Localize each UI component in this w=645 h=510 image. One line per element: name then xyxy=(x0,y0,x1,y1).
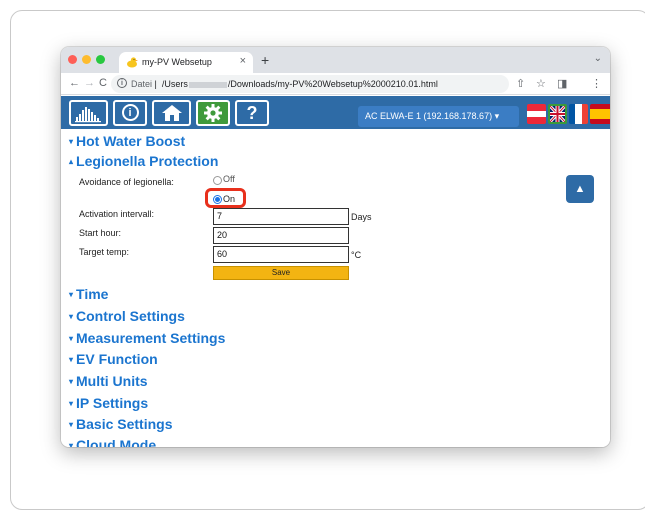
bookmark-star-icon[interactable]: ☆ xyxy=(536,77,546,90)
section-label: Measurement Settings xyxy=(76,330,226,346)
section-time[interactable]: ▾ Time xyxy=(69,286,108,302)
url-prefix: /Users xyxy=(161,79,188,89)
section-label: Control Settings xyxy=(76,308,185,324)
save-button[interactable]: Save xyxy=(213,266,349,280)
highlight-annotation xyxy=(205,188,246,208)
duck-favicon-icon xyxy=(126,56,138,71)
browser-menu-icon[interactable]: ⋮ xyxy=(591,77,602,90)
activation-unit: Days xyxy=(351,212,372,222)
page-content: ▾ Hot Water Boost ▴ Legionella Protection … xyxy=(61,129,610,447)
target-temp-label: Target temp: xyxy=(79,247,130,257)
device-select[interactable]: AC ELWA-E 1 (192.168.178.67) ▾ xyxy=(358,106,519,127)
back-icon[interactable]: ← xyxy=(69,77,80,89)
url-text: Datei | /Users/Downloads/my-PV%20Websetu… xyxy=(131,79,438,89)
section-multi-units[interactable]: ▾ Multi Units xyxy=(69,373,148,389)
url-bar: ← → C i Datei | /Users/Downloads/my-PV%2… xyxy=(61,73,610,95)
target-temp-input[interactable]: 60 xyxy=(213,246,349,263)
house-icon xyxy=(161,105,182,121)
section-legionella-protection[interactable]: ▴ Legionella Protection xyxy=(69,153,218,169)
collapsed-arrow-icon: ▾ xyxy=(69,290,74,299)
avoidance-label: Avoidance of legionella: xyxy=(79,177,174,187)
browser-tab[interactable]: my-PV Websetup × xyxy=(119,52,253,73)
section-label: Legionella Protection xyxy=(76,153,219,169)
minimize-window-dot[interactable] xyxy=(82,55,91,64)
collapsed-arrow-icon: ▾ xyxy=(69,441,74,447)
info-icon[interactable]: i xyxy=(117,78,127,88)
legionella-off-radio[interactable] xyxy=(213,176,222,185)
section-label: Basic Settings xyxy=(76,416,173,432)
france-flag-icon[interactable] xyxy=(569,104,588,124)
section-hot-water-boost[interactable]: ▾ Hot Water Boost xyxy=(69,133,185,149)
spain-flag-icon[interactable] xyxy=(590,104,610,124)
close-window-dot[interactable] xyxy=(68,55,77,64)
settings-nav-button[interactable] xyxy=(196,100,230,126)
home-nav-button[interactable] xyxy=(152,100,191,126)
target-temp-unit: °C xyxy=(351,250,362,260)
expanded-arrow-icon: ▴ xyxy=(69,157,74,166)
maximize-window-dot[interactable] xyxy=(96,55,105,64)
address-field[interactable]: i Datei | /Users/Downloads/my-PV%20Webse… xyxy=(111,75,509,93)
collapsed-arrow-icon: ▾ xyxy=(69,312,74,321)
app-navbar: i ? AC ELWA-E 1 (192.168.178.67) ▾ xyxy=(61,96,610,129)
tab-bar: my-PV Websetup × + ⌄ xyxy=(61,47,610,73)
section-label: Time xyxy=(76,286,109,302)
reload-icon[interactable]: C xyxy=(99,77,107,89)
gear-icon xyxy=(204,104,222,122)
section-ev-function[interactable]: ▾ EV Function xyxy=(69,351,158,367)
collapsed-arrow-icon: ▾ xyxy=(69,399,74,408)
section-label: Hot Water Boost xyxy=(76,133,186,149)
activation-label: Activation intervall: xyxy=(79,209,155,219)
tab-close-icon[interactable]: × xyxy=(240,55,246,67)
help-nav-button[interactable]: ? xyxy=(235,100,269,126)
bar-chart-icon xyxy=(74,107,101,123)
section-basic-settings[interactable]: ▾ Basic Settings xyxy=(69,416,173,432)
austria-flag-icon[interactable] xyxy=(527,104,546,124)
url-scheme: Datei xyxy=(131,79,153,89)
new-tab-button[interactable]: + xyxy=(261,52,269,68)
section-label: IP Settings xyxy=(76,395,149,411)
collapsed-arrow-icon: ▾ xyxy=(69,137,74,146)
uk-flag-icon[interactable] xyxy=(548,104,567,124)
chart-nav-button[interactable] xyxy=(69,100,108,126)
section-label: Multi Units xyxy=(76,373,148,389)
section-cloud-mode[interactable]: ▾ Cloud Mode xyxy=(69,437,156,447)
info-circle-icon: i xyxy=(121,104,139,121)
collapsed-arrow-icon: ▾ xyxy=(69,334,74,343)
legionella-off-label: Off xyxy=(223,174,235,184)
browser-window: my-PV Websetup × + ⌄ ← → C i Datei | /Us… xyxy=(61,47,610,447)
redacted-path xyxy=(188,81,227,88)
share-icon[interactable]: ⇧ xyxy=(516,77,525,90)
tab-title: my-PV Websetup xyxy=(142,57,212,67)
collapsed-arrow-icon: ▾ xyxy=(69,420,74,429)
url-rest: /Downloads/my-PV%20Websetup%2000210.01.h… xyxy=(227,79,438,89)
collapsed-arrow-icon: ▾ xyxy=(69,355,74,364)
start-hour-label: Start hour: xyxy=(79,228,122,238)
scroll-to-top-button[interactable]: ▲ xyxy=(566,175,594,203)
start-hour-input[interactable]: 20 xyxy=(213,227,349,244)
section-ip-settings[interactable]: ▾ IP Settings xyxy=(69,395,148,411)
tab-search-icon[interactable]: ⌄ xyxy=(594,53,602,64)
info-nav-button[interactable]: i xyxy=(113,100,147,126)
section-label: EV Function xyxy=(76,351,158,367)
side-panel-icon[interactable]: ◨ xyxy=(557,77,567,90)
section-measurement-settings[interactable]: ▾ Measurement Settings xyxy=(69,330,225,346)
forward-icon[interactable]: → xyxy=(84,77,95,89)
activation-interval-input[interactable]: 7 xyxy=(213,208,349,225)
section-control-settings[interactable]: ▾ Control Settings xyxy=(69,308,185,324)
section-label: Cloud Mode xyxy=(76,437,157,447)
collapsed-arrow-icon: ▾ xyxy=(69,377,74,386)
